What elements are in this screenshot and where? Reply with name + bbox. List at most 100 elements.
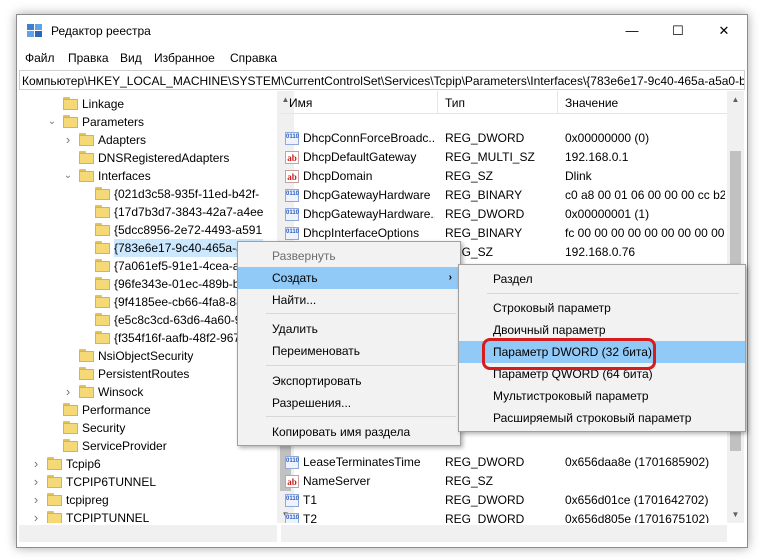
- menu-separator: [266, 313, 456, 314]
- tree-item[interactable]: {021d3c58-935f-11ed-b42f-: [19, 185, 275, 203]
- cell-name: DhcpDefaultGateway: [303, 150, 417, 164]
- list-row[interactable]: 0110 DhcpGatewayHardware REG_BINARY c0 a8 0…: [281, 186, 727, 205]
- cell-value: 0x656d01ce (1701642702): [565, 493, 709, 507]
- column-header-name[interactable]: Имя: [289, 96, 312, 110]
- menu-item-create[interactable]: Создать ›: [238, 267, 460, 289]
- menu-item-delete[interactable]: Удалить: [238, 318, 460, 340]
- list-row[interactable]: 0110 DhcpGatewayHardware... REG_DWORD 0x000…: [281, 205, 727, 224]
- column-header-type[interactable]: Тип: [445, 96, 465, 110]
- tree-item[interactable]: › TCPIP6TUNNEL: [19, 473, 275, 491]
- tree-item[interactable]: DNSRegisteredAdapters: [19, 149, 275, 167]
- tree-item[interactable]: ⌄ Interfaces: [19, 167, 275, 185]
- menu-item-permissions[interactable]: Разрешения...: [238, 392, 460, 414]
- menu-item-expand[interactable]: Развернуть: [238, 245, 460, 267]
- list-row[interactable]: 0110 DhcpConnForceBroadc... REG_DWORD 0x000…: [281, 129, 727, 148]
- column-header-value[interactable]: Значение: [565, 96, 618, 110]
- tree-item-label: {9f4185ee-cb66-4fa8-88: [114, 295, 243, 309]
- menu-view[interactable]: Вид: [120, 51, 142, 65]
- tree-item[interactable]: › Tcpip6: [19, 455, 275, 473]
- tree-item-label: Security: [82, 421, 126, 435]
- cell-value: c0 a8 00 01 06 00 00 00 cc b2 55: [565, 188, 725, 202]
- list-row[interactable]: ab NameServer REG_SZ: [281, 472, 727, 491]
- tree-item[interactable]: › TCPIPTUNNEL: [19, 509, 275, 523]
- chevron-right-icon[interactable]: ›: [63, 131, 73, 149]
- chevron-down-icon[interactable]: ⌄: [47, 113, 57, 131]
- menu-item-export[interactable]: Экспортировать: [238, 370, 460, 392]
- list-row[interactable]: 0110 T1 REG_DWORD 0x656d01ce (1701642702): [281, 491, 727, 510]
- tree-item-label: Performance: [82, 403, 151, 417]
- scroll-up-icon[interactable]: ▲: [727, 91, 744, 108]
- maximize-button[interactable]: ☐: [655, 15, 701, 47]
- tree-item[interactable]: › tcpipreg: [19, 491, 275, 509]
- cell-type: REG_MULTI_SZ: [445, 150, 535, 164]
- folder-icon: [95, 331, 110, 344]
- cell-type: REG_DWORD: [445, 455, 525, 469]
- address-bar[interactable]: Компьютер\HKEY_LOCAL_MACHINE\SYSTEM\Curr…: [19, 70, 745, 90]
- minimize-button[interactable]: —: [609, 15, 655, 47]
- tree-item-label: {96fe343e-01ec-489b-ba: [114, 277, 247, 291]
- column-divider[interactable]: [437, 91, 438, 113]
- scroll-down-icon[interactable]: ▼: [727, 506, 744, 523]
- menu-help[interactable]: Справка: [230, 51, 277, 65]
- chevron-right-icon[interactable]: ›: [31, 473, 41, 491]
- column-divider[interactable]: [557, 91, 558, 113]
- cell-value: 192.168.0.76: [565, 245, 636, 259]
- binary-value-icon: 0110: [285, 208, 299, 221]
- menu-edit[interactable]: Правка: [68, 51, 109, 65]
- tree-horizontal-scrollbar[interactable]: [19, 525, 277, 542]
- menu-favorites[interactable]: Избранное: [154, 51, 215, 65]
- list-row[interactable]: 0110 T2 REG_DWORD 0x656d805e (1701675102): [281, 510, 727, 523]
- tree-item[interactable]: Linkage: [19, 95, 275, 113]
- chevron-down-icon[interactable]: ⌄: [63, 167, 73, 185]
- chevron-right-icon[interactable]: ›: [63, 383, 73, 401]
- menu-item-copy-key-name[interactable]: Копировать имя раздела: [238, 421, 460, 443]
- submenu-item-multi-string[interactable]: Мультистроковый параметр: [459, 385, 745, 407]
- submenu-item-string[interactable]: Строковый параметр: [459, 297, 745, 319]
- menu-item-permissions-label: Разрешения...: [272, 396, 352, 410]
- menu-item-export-label: Экспортировать: [272, 374, 362, 388]
- submenu-item-expandable-string-label: Расширяемый строковый параметр: [493, 411, 692, 425]
- cell-type: REG_BINARY: [445, 226, 523, 240]
- string-value-icon: ab: [285, 170, 299, 183]
- list-row[interactable]: ab DhcpDomain REG_SZ Dlink: [281, 167, 727, 186]
- context-menu: Развернуть Создать › Найти... Удалить Пер…: [237, 241, 461, 446]
- tree-item-label: Tcpip6: [66, 457, 101, 471]
- cell-value: 0x00000000 (0): [565, 131, 650, 145]
- folder-icon: [63, 403, 78, 416]
- binary-value-icon: 0110: [285, 189, 299, 202]
- tree-item-label: {f354f16f-aafb-48f2-967: [114, 331, 241, 345]
- binary-value-icon: 0110: [285, 456, 299, 469]
- maximize-icon: ☐: [672, 23, 684, 38]
- tree-item[interactable]: {5dcc8956-2e72-4493-a591: [19, 221, 275, 239]
- cell-name: LeaseTerminatesTime: [303, 455, 421, 469]
- folder-icon: [47, 475, 62, 488]
- menu-item-find[interactable]: Найти...: [238, 289, 460, 311]
- chevron-right-icon[interactable]: ›: [31, 509, 41, 523]
- folder-icon: [95, 187, 110, 200]
- menu-separator: [487, 293, 739, 294]
- menu-item-create-label: Создать: [272, 271, 318, 285]
- binary-value-icon: 0110: [285, 132, 299, 145]
- chevron-right-icon[interactable]: ›: [31, 491, 41, 509]
- tree-item-label: Linkage: [82, 97, 125, 111]
- registry-editor-icon: [27, 24, 42, 37]
- close-button[interactable]: ✕: [701, 15, 747, 47]
- tree-item[interactable]: › Adapters: [19, 131, 275, 149]
- menu-file[interactable]: Файл: [25, 51, 55, 65]
- tree-item[interactable]: {17d7b3d7-3843-42a7-a4ee: [19, 203, 275, 221]
- list-row[interactable]: 0110 LeaseTerminatesTime REG_DWORD 0x656daa…: [281, 453, 727, 472]
- menu-item-copy-key-name-label: Копировать имя раздела: [272, 425, 411, 439]
- list-row[interactable]: ab DhcpDefaultGateway REG_MULTI_SZ 192.168.…: [281, 148, 727, 167]
- folder-icon: [79, 133, 94, 146]
- submenu-item-key[interactable]: Раздел: [459, 268, 745, 290]
- chevron-right-icon[interactable]: ›: [31, 455, 41, 473]
- cell-name: DhcpConnForceBroadc...: [303, 131, 435, 145]
- binary-value-icon: 0110: [285, 494, 299, 507]
- submenu-item-expandable-string[interactable]: Расширяемый строковый параметр: [459, 407, 745, 429]
- menu-item-rename[interactable]: Переименовать: [238, 340, 460, 362]
- cell-type: REG_SZ: [445, 474, 494, 488]
- tree-item[interactable]: ⌄ Parameters: [19, 113, 275, 131]
- tree-item-label: {021d3c58-935f-11ed-b42f-: [114, 187, 260, 201]
- binary-value-icon: 0110: [285, 227, 299, 240]
- list-horizontal-scrollbar[interactable]: [281, 525, 727, 542]
